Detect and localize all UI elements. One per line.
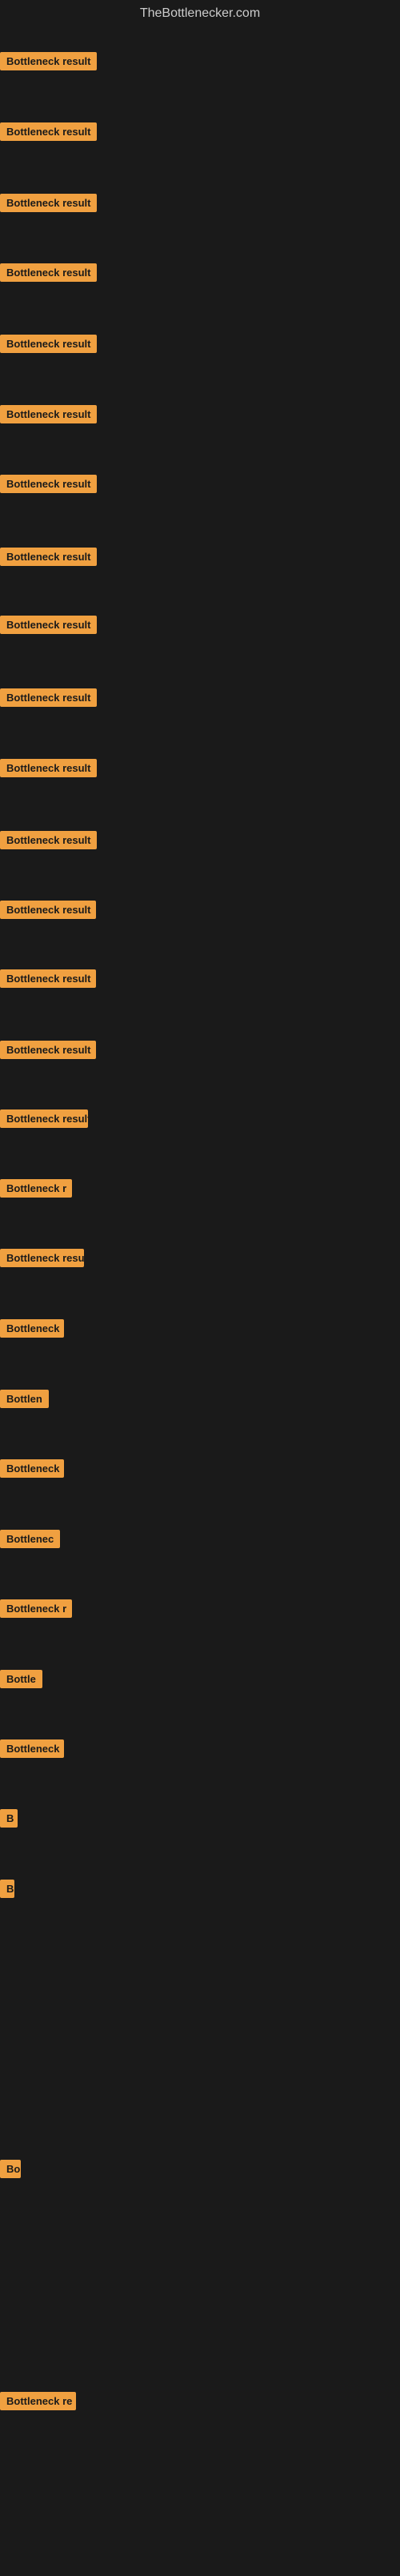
bottleneck-badge: Bottleneck result	[0, 194, 97, 212]
bottleneck-item[interactable]: Bottleneck result	[0, 616, 97, 638]
bottleneck-badge: Bottleneck result	[0, 122, 97, 141]
bottleneck-item[interactable]: Bottleneck r	[0, 1599, 72, 1622]
bottleneck-item[interactable]: Bottleneck result	[0, 122, 97, 145]
bottleneck-badge: Bottlen	[0, 1390, 49, 1408]
bottleneck-item[interactable]: Bottleneck	[0, 1459, 64, 1482]
bottleneck-item[interactable]: B	[0, 1880, 14, 1902]
bottleneck-item[interactable]: Bottleneck r	[0, 1179, 72, 1202]
bottleneck-item[interactable]: Bottleneck	[0, 1319, 64, 1342]
bottleneck-badge: Bottleneck result	[0, 335, 97, 353]
bottleneck-item[interactable]: Bottleneck resu	[0, 1249, 84, 1271]
bottleneck-badge: Bottleneck result	[0, 616, 97, 634]
bottleneck-item[interactable]: Bottleneck	[0, 1739, 64, 1762]
bottleneck-item[interactable]: Bottleneck result	[0, 548, 97, 570]
bottleneck-badge: Bottleneck result	[0, 901, 96, 919]
bottleneck-badge: Bottleneck result	[0, 52, 97, 70]
bottleneck-item[interactable]: Bottleneck result	[0, 969, 96, 992]
bottleneck-badge: Bottleneck re	[0, 2392, 76, 2410]
bottleneck-item[interactable]: Bottleneck result	[0, 1041, 96, 1063]
bottleneck-badge: Bottleneck	[0, 1459, 64, 1478]
bottleneck-badge: Bottleneck result	[0, 405, 97, 423]
bottleneck-badge: Bottleneck result	[0, 475, 97, 493]
bottleneck-item[interactable]: Bottleneck result	[0, 405, 97, 427]
bottleneck-item[interactable]: Bottleneck result	[0, 1109, 88, 1132]
bottleneck-item[interactable]: Bottleneck result	[0, 194, 97, 216]
bottleneck-item[interactable]: Bo	[0, 2160, 21, 2182]
bottleneck-item[interactable]: Bottleneck result	[0, 759, 97, 781]
bottleneck-item[interactable]: Bottlenec	[0, 1530, 60, 1552]
bottleneck-item[interactable]: Bottleneck result	[0, 688, 97, 711]
bottleneck-item[interactable]: Bottlen	[0, 1390, 49, 1412]
bottleneck-badge: Bottle	[0, 1670, 42, 1688]
bottleneck-badge: Bottleneck result	[0, 688, 97, 707]
bottleneck-badge: Bottleneck result	[0, 759, 97, 777]
bottleneck-badge: Bottleneck r	[0, 1599, 72, 1618]
bottleneck-badge: Bottleneck r	[0, 1179, 72, 1198]
bottleneck-badge: Bottleneck result	[0, 969, 96, 988]
bottleneck-badge: B	[0, 1880, 14, 1898]
bottleneck-badge: Bottleneck	[0, 1319, 64, 1338]
bottleneck-item[interactable]: Bottle	[0, 1670, 42, 1692]
bottleneck-item[interactable]: Bottleneck result	[0, 335, 97, 357]
bottleneck-item[interactable]: Bottleneck re	[0, 2392, 76, 2414]
bottleneck-item[interactable]: Bottleneck result	[0, 52, 97, 74]
bottleneck-badge: Bottleneck	[0, 1739, 64, 1758]
bottleneck-item[interactable]: Bottleneck result	[0, 263, 97, 286]
bottleneck-badge: Bottlenec	[0, 1530, 60, 1548]
bottleneck-item[interactable]: B	[0, 1809, 18, 1832]
site-title: TheBottlenecker.com	[0, 0, 400, 30]
bottleneck-badge: Bottleneck result	[0, 263, 97, 282]
bottleneck-badge: Bo	[0, 2160, 21, 2178]
bottleneck-item[interactable]: Bottleneck result	[0, 475, 97, 497]
bottleneck-badge: Bottleneck result	[0, 831, 97, 849]
bottleneck-item[interactable]: Bottleneck result	[0, 901, 96, 923]
bottleneck-badge: Bottleneck result	[0, 548, 97, 566]
bottleneck-badge: Bottleneck result	[0, 1041, 96, 1059]
bottleneck-item[interactable]: Bottleneck result	[0, 831, 97, 853]
bottleneck-badge: B	[0, 1809, 18, 1828]
bottleneck-badge: Bottleneck resu	[0, 1249, 84, 1267]
bottleneck-badge: Bottleneck result	[0, 1109, 88, 1128]
